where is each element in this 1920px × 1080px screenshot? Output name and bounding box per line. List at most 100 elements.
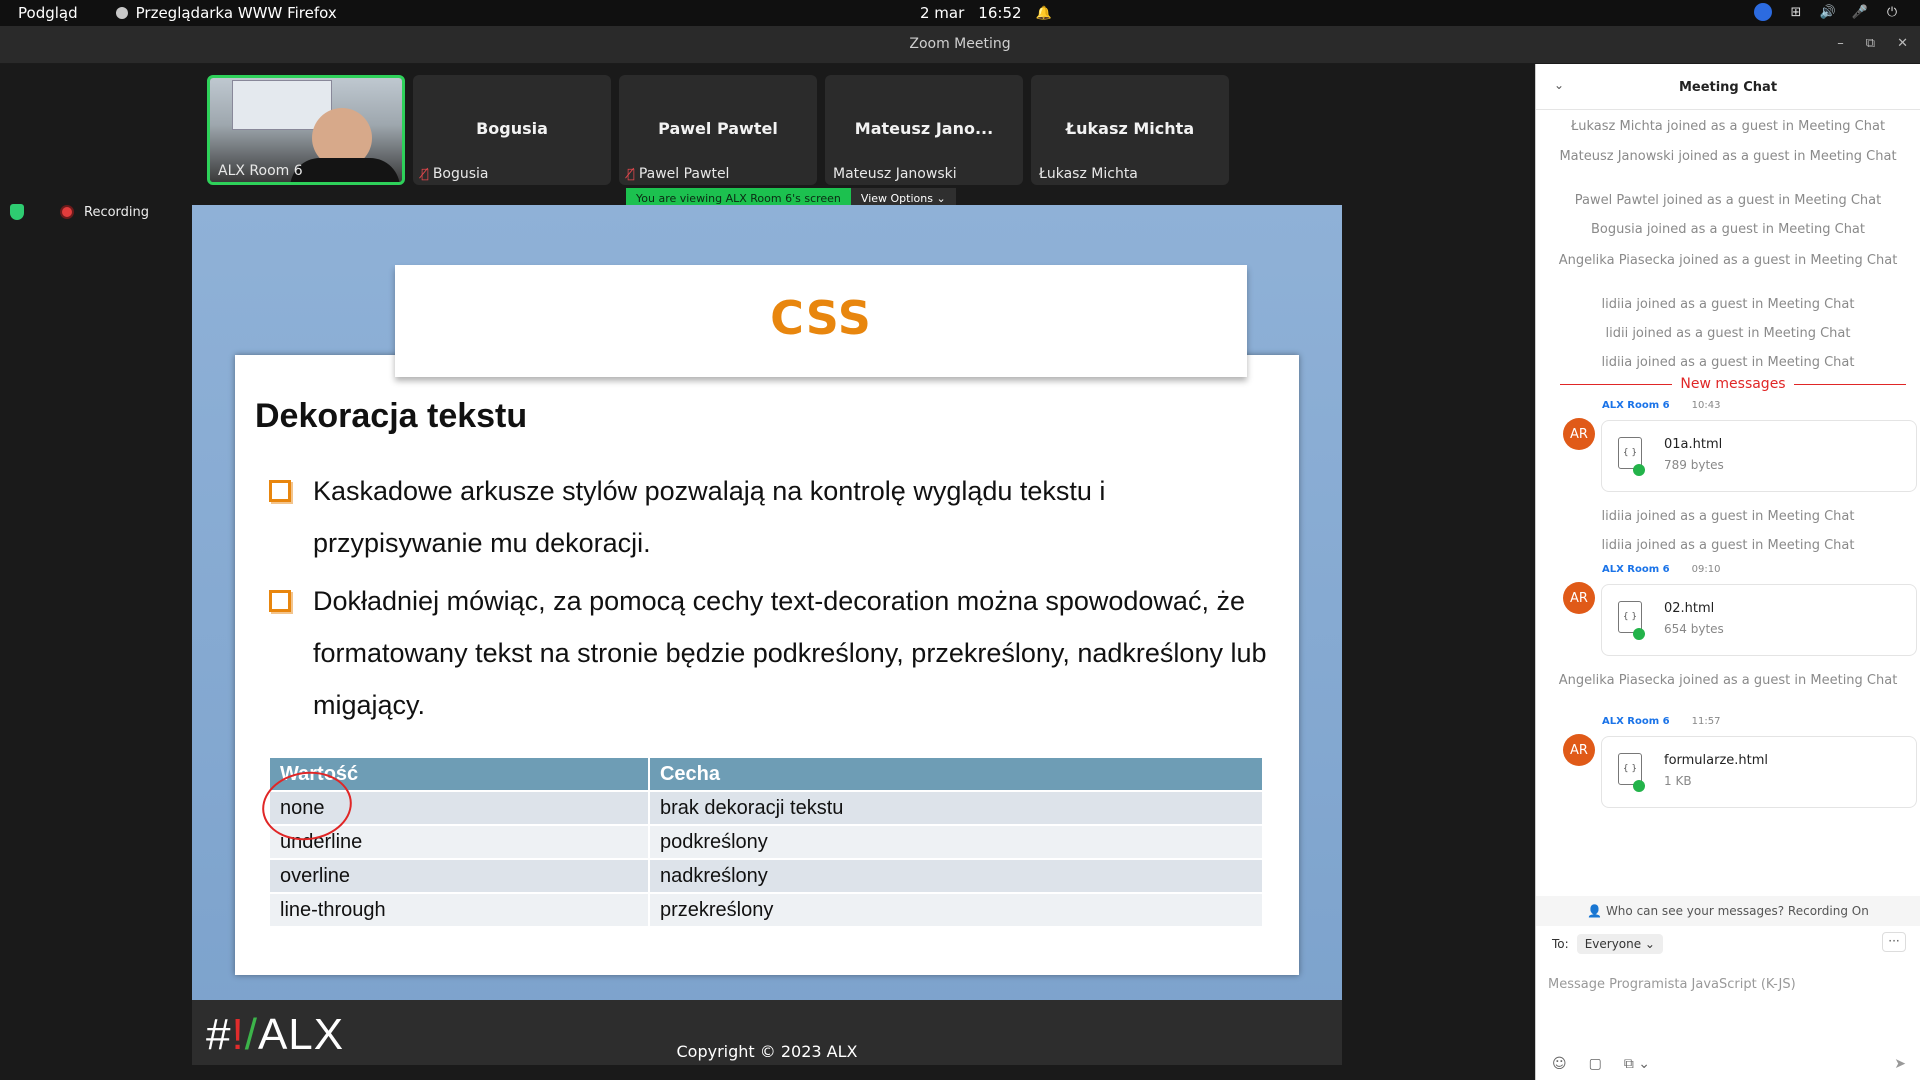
- participant-tile-mateusz-janowski[interactable]: Mateusz Jano... Mateusz Janowski: [825, 75, 1023, 185]
- message-sender: ALX Room 6 10:43: [1602, 400, 1721, 411]
- file-attachment[interactable]: { } 02.html 654 bytes: [1601, 584, 1917, 656]
- status-indicator-icon[interactable]: [1754, 3, 1772, 21]
- file-icon[interactable]: ▢: [1589, 1056, 1602, 1072]
- bullet-text: Kaskadowe arkusze stylów pozwalają na ko…: [313, 476, 1106, 558]
- participant-name: Pawel Pawtel: [658, 119, 778, 138]
- table-row: line-through przekreślony: [270, 894, 1262, 926]
- network-icon[interactable]: ⊞: [1788, 4, 1804, 20]
- system-top-bar: Podgląd Przeglądarka WWW Firefox 2 mar 1…: [0, 0, 1920, 26]
- bullet-checkbox-icon: [269, 480, 291, 502]
- slide-title-box: CSS: [395, 265, 1247, 377]
- chat-system-message: Łukasz Michta joined as a guest in Meeti…: [1570, 119, 1886, 134]
- avatar[interactable]: AR: [1563, 418, 1595, 450]
- chat-system-message: lidiia joined as a guest in Meeting Chat: [1601, 509, 1855, 524]
- message-sender: ALX Room 6 11:57: [1602, 716, 1721, 727]
- participant-name: Łukasz Michta: [1065, 119, 1195, 138]
- slide-bullet: Dokładniej mówiąc, za pomocą cechy text-…: [269, 575, 1269, 731]
- recording-dot-icon[interactable]: [60, 205, 74, 219]
- microphone-icon[interactable]: 🎤: [1852, 4, 1868, 20]
- power-icon[interactable]: ⏻: [1884, 4, 1900, 20]
- check-icon: [1633, 628, 1645, 640]
- bell-icon[interactable]: 🔔: [1035, 5, 1051, 21]
- chat-system-message: Angelika Piasecka joined as a guest in M…: [1558, 253, 1898, 268]
- chat-system-message: Bogusia joined as a guest in Meeting Cha…: [1590, 222, 1865, 237]
- file-name: 02.html: [1664, 601, 1715, 616]
- check-icon: [1633, 464, 1645, 476]
- table-row: underline podkreślony: [270, 826, 1262, 858]
- table-cell: brak dekoracji tekstu: [649, 792, 1262, 824]
- table-cell: nadkreślony: [649, 860, 1262, 892]
- app-menu[interactable]: Podgląd: [18, 4, 78, 22]
- message-input[interactable]: [1548, 970, 1903, 998]
- window-title-bar: Zoom Meeting – ⧉ ✕: [0, 26, 1920, 64]
- new-messages-divider: New messages: [1560, 376, 1907, 392]
- bullet-checkbox-icon: [269, 590, 291, 612]
- avatar[interactable]: AR: [1563, 582, 1595, 614]
- bullet-text: Dokładniej mówiąc, za pomocą cechy text-…: [313, 586, 1267, 720]
- close-button[interactable]: ✕: [1897, 36, 1908, 51]
- participant-label: ALX Room 6: [218, 163, 303, 179]
- to-label: To:: [1552, 937, 1569, 951]
- chat-system-message: lidiia joined as a guest in Meeting Chat: [1601, 538, 1855, 553]
- date: 2 mar: [920, 4, 965, 22]
- file-name: 01a.html: [1664, 437, 1723, 452]
- more-options-button[interactable]: ···: [1882, 932, 1906, 952]
- clock[interactable]: 2 mar 16:52 🔔: [920, 4, 1052, 22]
- file-size: 1 KB: [1664, 774, 1692, 788]
- participant-tile-bogusia[interactable]: Bogusia 🎙̸ Bogusia: [413, 75, 611, 185]
- chat-system-message: lidiia joined as a guest in Meeting Chat: [1601, 355, 1855, 370]
- minimize-button[interactable]: –: [1837, 36, 1844, 51]
- active-app[interactable]: Przeglądarka WWW Firefox: [115, 4, 337, 22]
- recording-label: Recording: [84, 204, 150, 220]
- window-title: Zoom Meeting: [909, 36, 1011, 52]
- chat-system-message: lidii joined as a guest in Meeting Chat: [1605, 326, 1851, 341]
- mic-muted-icon: 🎙̸: [627, 166, 635, 182]
- restore-button[interactable]: ⧉: [1866, 36, 1875, 51]
- text-decoration-table: Wartość Cecha none brak dekoracji tekstu…: [268, 756, 1264, 928]
- participant-gallery: ALX Room 6 Bogusia 🎙̸ Bogusia Pawel Pawte…: [207, 75, 1229, 185]
- chat-system-message: lidiia joined as a guest in Meeting Chat: [1601, 297, 1855, 312]
- volume-icon[interactable]: 🔊: [1820, 4, 1836, 20]
- table-row: none brak dekoracji tekstu: [270, 792, 1262, 824]
- table-header-row: Wartość Cecha: [270, 758, 1262, 790]
- person-icon: 👤: [1587, 904, 1606, 918]
- column-header: Cecha: [649, 758, 1262, 790]
- file-size: 789 bytes: [1664, 458, 1724, 472]
- shared-screen-slide: CSS Dekoracja tekstu Kaskadowe arkusze s…: [192, 205, 1342, 1065]
- mic-muted-icon: 🎙̸: [421, 166, 429, 182]
- table-cell: overline: [270, 860, 648, 892]
- chat-system-message: Angelika Piasecka joined as a guest in M…: [1558, 673, 1898, 688]
- participant-tile-lukasz-michta[interactable]: Łukasz Michta Łukasz Michta: [1031, 75, 1229, 185]
- table-cell: przekreślony: [649, 894, 1262, 926]
- participant-name: Bogusia: [476, 119, 548, 138]
- send-icon[interactable]: ➤: [1894, 1056, 1906, 1072]
- message-sender: ALX Room 6 09:10: [1602, 564, 1721, 575]
- active-app-label: Przeglądarka WWW Firefox: [135, 4, 337, 22]
- table-row: overline nadkreślony: [270, 860, 1262, 892]
- emoji-icon[interactable]: ☺: [1552, 1056, 1567, 1072]
- file-name: formularze.html: [1664, 753, 1769, 768]
- time: 16:52: [978, 4, 1022, 22]
- slide-heading: Dekoracja tekstu: [255, 397, 528, 435]
- chat-visibility-notice[interactable]: 👤 Who can see your messages? Recording O…: [1536, 896, 1920, 926]
- recording-indicator: Recording: [10, 204, 149, 220]
- table-cell: podkreślony: [649, 826, 1262, 858]
- avatar[interactable]: AR: [1563, 734, 1595, 766]
- firefox-icon: [115, 7, 128, 19]
- slide-bullet: Kaskadowe arkusze stylów pozwalają na ko…: [269, 465, 1229, 569]
- chat-title: Meeting Chat: [1678, 80, 1778, 95]
- screenshot-icon[interactable]: ⧉ ⌄: [1624, 1056, 1650, 1072]
- chat-system-message: Pawel Pawtel joined as a guest in Meetin…: [1574, 193, 1882, 208]
- copyright-text: Copyright © 2023 ALX: [676, 1042, 858, 1061]
- security-shield-icon[interactable]: [10, 204, 24, 220]
- slide-footer: #!/ALX Copyright © 2023 ALX: [192, 1000, 1342, 1065]
- chat-system-message: Mateusz Janowski joined as a guest in Me…: [1559, 149, 1897, 164]
- recipient-select[interactable]: Everyone ⌄: [1576, 934, 1663, 954]
- chat-toolbar: ☺ ▢ ⧉ ⌄: [1552, 1056, 1650, 1072]
- participant-label: 🎙̸ Pawel Pawtel: [627, 166, 730, 182]
- participant-tile-alx-room-6[interactable]: ALX Room 6: [207, 75, 405, 185]
- file-attachment[interactable]: { } formularze.html 1 KB: [1601, 736, 1917, 808]
- participant-name: Mateusz Jano...: [854, 119, 994, 138]
- participant-tile-pawel-pawtel[interactable]: Pawel Pawtel 🎙̸ Pawel Pawtel: [619, 75, 817, 185]
- file-attachment[interactable]: { } 01a.html 789 bytes: [1601, 420, 1917, 492]
